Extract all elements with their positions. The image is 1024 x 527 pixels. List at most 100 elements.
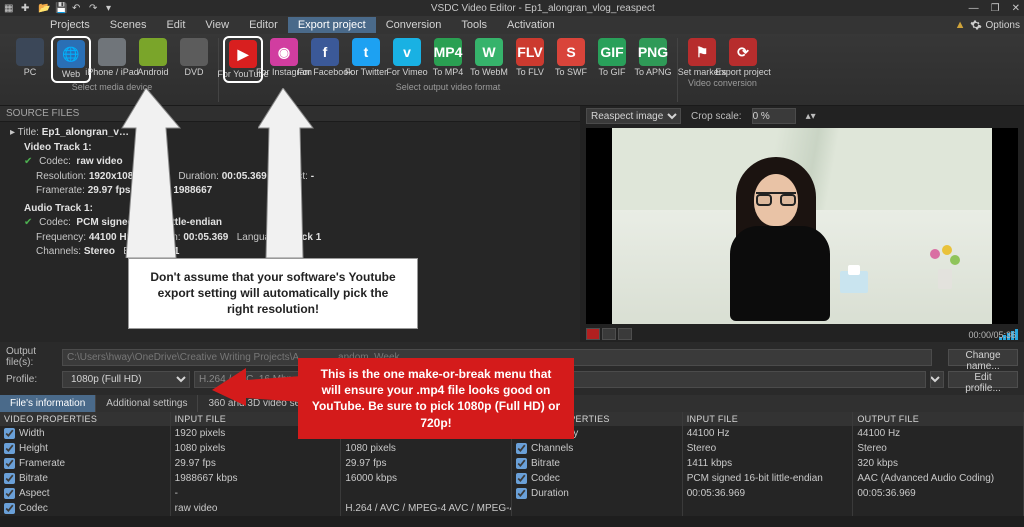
audio-prop-input: 00:05:36.969 — [683, 486, 853, 501]
edit-profile-button[interactable]: Edit profile... — [948, 371, 1018, 388]
preview-mode-select[interactable]: Reaspect image — [586, 108, 681, 124]
video-prop-output: 16000 kbps — [341, 471, 511, 486]
video-prop-input: - — [171, 486, 341, 501]
ribbon-group-format-label: Select output video format — [396, 82, 501, 92]
audio-track-heading: Audio Track 1: — [24, 203, 93, 214]
audio-prop-input: 44100 Hz — [683, 426, 853, 441]
output-file-label: Output file(s): — [6, 346, 58, 368]
audio-prop-name: Codec — [512, 471, 682, 486]
frame-button[interactable] — [618, 328, 632, 340]
app-icon: ▦ — [4, 3, 15, 14]
ribbon-web-button[interactable]: 🌐Web — [53, 38, 89, 81]
ribbon-flv-button[interactable]: FLVTo FLV — [512, 38, 548, 81]
check-icon: ✔ — [24, 156, 32, 167]
menu-scenes[interactable]: Scenes — [100, 17, 157, 33]
audio-prop-input: PCM signed 16-bit little-endian — [683, 471, 853, 486]
ribbon-group-conversion: ⚑Set markers⟳Export project Video conver… — [678, 38, 767, 102]
video-prop-input: raw video — [171, 501, 341, 516]
save-icon[interactable]: 💾 — [55, 3, 66, 14]
preview-controls — [580, 326, 1024, 342]
redo-icon[interactable]: ↷ — [89, 3, 100, 14]
video-prop-name: Framerate — [0, 456, 170, 471]
profile-select[interactable]: 1080p (Full HD) — [62, 371, 190, 388]
menu-activation[interactable]: Activation — [497, 17, 565, 33]
audio-prop-output: 320 kbps — [853, 456, 1023, 471]
settings-icon[interactable] — [970, 19, 982, 31]
annotation-arrow-red — [212, 360, 302, 406]
profile-label: Profile: — [6, 374, 58, 385]
menu-projects[interactable]: Projects — [40, 17, 100, 33]
prop-checkbox[interactable] — [4, 443, 15, 454]
tab-file-s-information[interactable]: File's information — [0, 395, 96, 412]
change-name-button[interactable]: Change name... — [948, 349, 1018, 366]
video-track-heading: Video Track 1: — [24, 142, 92, 153]
stepper-icon[interactable]: ▴▾ — [806, 111, 816, 122]
prop-checkbox[interactable] — [516, 488, 527, 499]
video-prop-input: 1080 pixels — [171, 441, 341, 456]
video-prop-output: 1080 pixels — [341, 441, 511, 456]
callout-white: Don't assume that your software's Youtub… — [128, 258, 418, 329]
prop-checkbox[interactable] — [4, 503, 15, 514]
video-prop-name: Bitrate — [0, 471, 170, 486]
ribbon-gif-button[interactable]: GIFTo GIF — [594, 38, 630, 81]
ribbon-android-button[interactable]: Android — [135, 38, 171, 81]
prop-checkbox[interactable] — [516, 473, 527, 484]
prop-checkbox[interactable] — [4, 488, 15, 499]
new-icon[interactable]: ✚ — [21, 3, 32, 14]
window-title: VSDC Video Editor - Ep1_alongran_vlog_re… — [117, 3, 969, 14]
maximize-button[interactable]: ❐ — [991, 3, 1000, 14]
source-title-value: Ep1_alongran_v… — [42, 127, 129, 138]
options-label[interactable]: Options — [986, 20, 1020, 31]
preview-panel: Reaspect image Crop scale: ▴▾ — [580, 106, 1024, 342]
minimize-button[interactable]: — — [969, 3, 979, 14]
audio-prop-input: Stereo — [683, 441, 853, 456]
prop-checkbox[interactable] — [4, 428, 15, 439]
ribbon-webm-button[interactable]: WTo WebM — [471, 38, 507, 81]
ribbon-facebook-button[interactable]: fFor Facebook — [307, 38, 343, 81]
titlebar: ▦ ✚ 📂 💾 ↶ ↷ ▾ VSDC Video Editor - Ep1_al… — [0, 0, 1024, 16]
audio-prop-output: Stereo — [853, 441, 1023, 456]
prop-checkbox[interactable] — [516, 443, 527, 454]
prop-checkbox[interactable] — [4, 473, 15, 484]
play-button[interactable] — [586, 328, 600, 340]
ribbon-twitter-button[interactable]: tFor Twitter — [348, 38, 384, 81]
undo-icon[interactable]: ↶ — [72, 3, 83, 14]
ribbon-swf-button[interactable]: STo SWF — [553, 38, 589, 81]
ribbon-export-button[interactable]: ⟳Export project — [725, 38, 761, 77]
menu-edit[interactable]: Edit — [156, 17, 195, 33]
video-prop-input: 1988667 kbps — [171, 471, 341, 486]
crop-scale-input[interactable] — [752, 108, 796, 124]
menu-editor[interactable]: Editor — [239, 17, 288, 33]
dropdown-icon[interactable]: ▾ — [106, 3, 117, 14]
open-icon[interactable]: 📂 — [38, 3, 49, 14]
audio-prop-output: 44100 Hz — [853, 426, 1023, 441]
menu-export-project[interactable]: Export project — [288, 17, 376, 33]
ribbon-apng-button[interactable]: PNGTo APNG — [635, 38, 671, 81]
menu-tools[interactable]: Tools — [451, 17, 497, 33]
close-button[interactable]: ✕ — [1012, 3, 1020, 14]
audio-prop-name: Duration — [512, 486, 682, 501]
tab-additional-settings[interactable]: Additional settings — [96, 395, 198, 412]
ribbon-iphone-button[interactable]: iPhone / iPad — [94, 38, 130, 81]
ribbon-mp4-button[interactable]: MP4To MP4 — [430, 38, 466, 81]
properties-header: VIDEO PROPERTIES — [0, 412, 170, 426]
menubar: ProjectsScenesEditViewEditorExport proje… — [0, 16, 1024, 34]
menu-view[interactable]: View — [195, 17, 239, 33]
ribbon-vimeo-button[interactable]: vFor Vimeo — [389, 38, 425, 81]
video-prop-name: Width — [0, 426, 170, 441]
prop-checkbox[interactable] — [4, 458, 15, 469]
preview-frame — [612, 128, 992, 324]
menu-conversion[interactable]: Conversion — [376, 17, 452, 33]
profile-extra-select[interactable] — [930, 371, 944, 388]
video-prop-output — [341, 486, 511, 501]
prop-checkbox[interactable] — [516, 458, 527, 469]
help-icon[interactable]: ▲ — [955, 19, 966, 31]
ribbon-dvd-button[interactable]: DVD — [176, 38, 212, 81]
stop-button[interactable] — [602, 328, 616, 340]
preview-viewport — [586, 128, 1018, 324]
preview-timecode: 00:00/05:36 — [968, 330, 1016, 340]
ribbon-pc-button[interactable]: PC — [12, 38, 48, 81]
video-prop-input: 29.97 fps — [171, 456, 341, 471]
video-prop-output: 29.97 fps — [341, 456, 511, 471]
quick-access-toolbar: ▦ ✚ 📂 💾 ↶ ↷ ▾ — [4, 3, 117, 14]
